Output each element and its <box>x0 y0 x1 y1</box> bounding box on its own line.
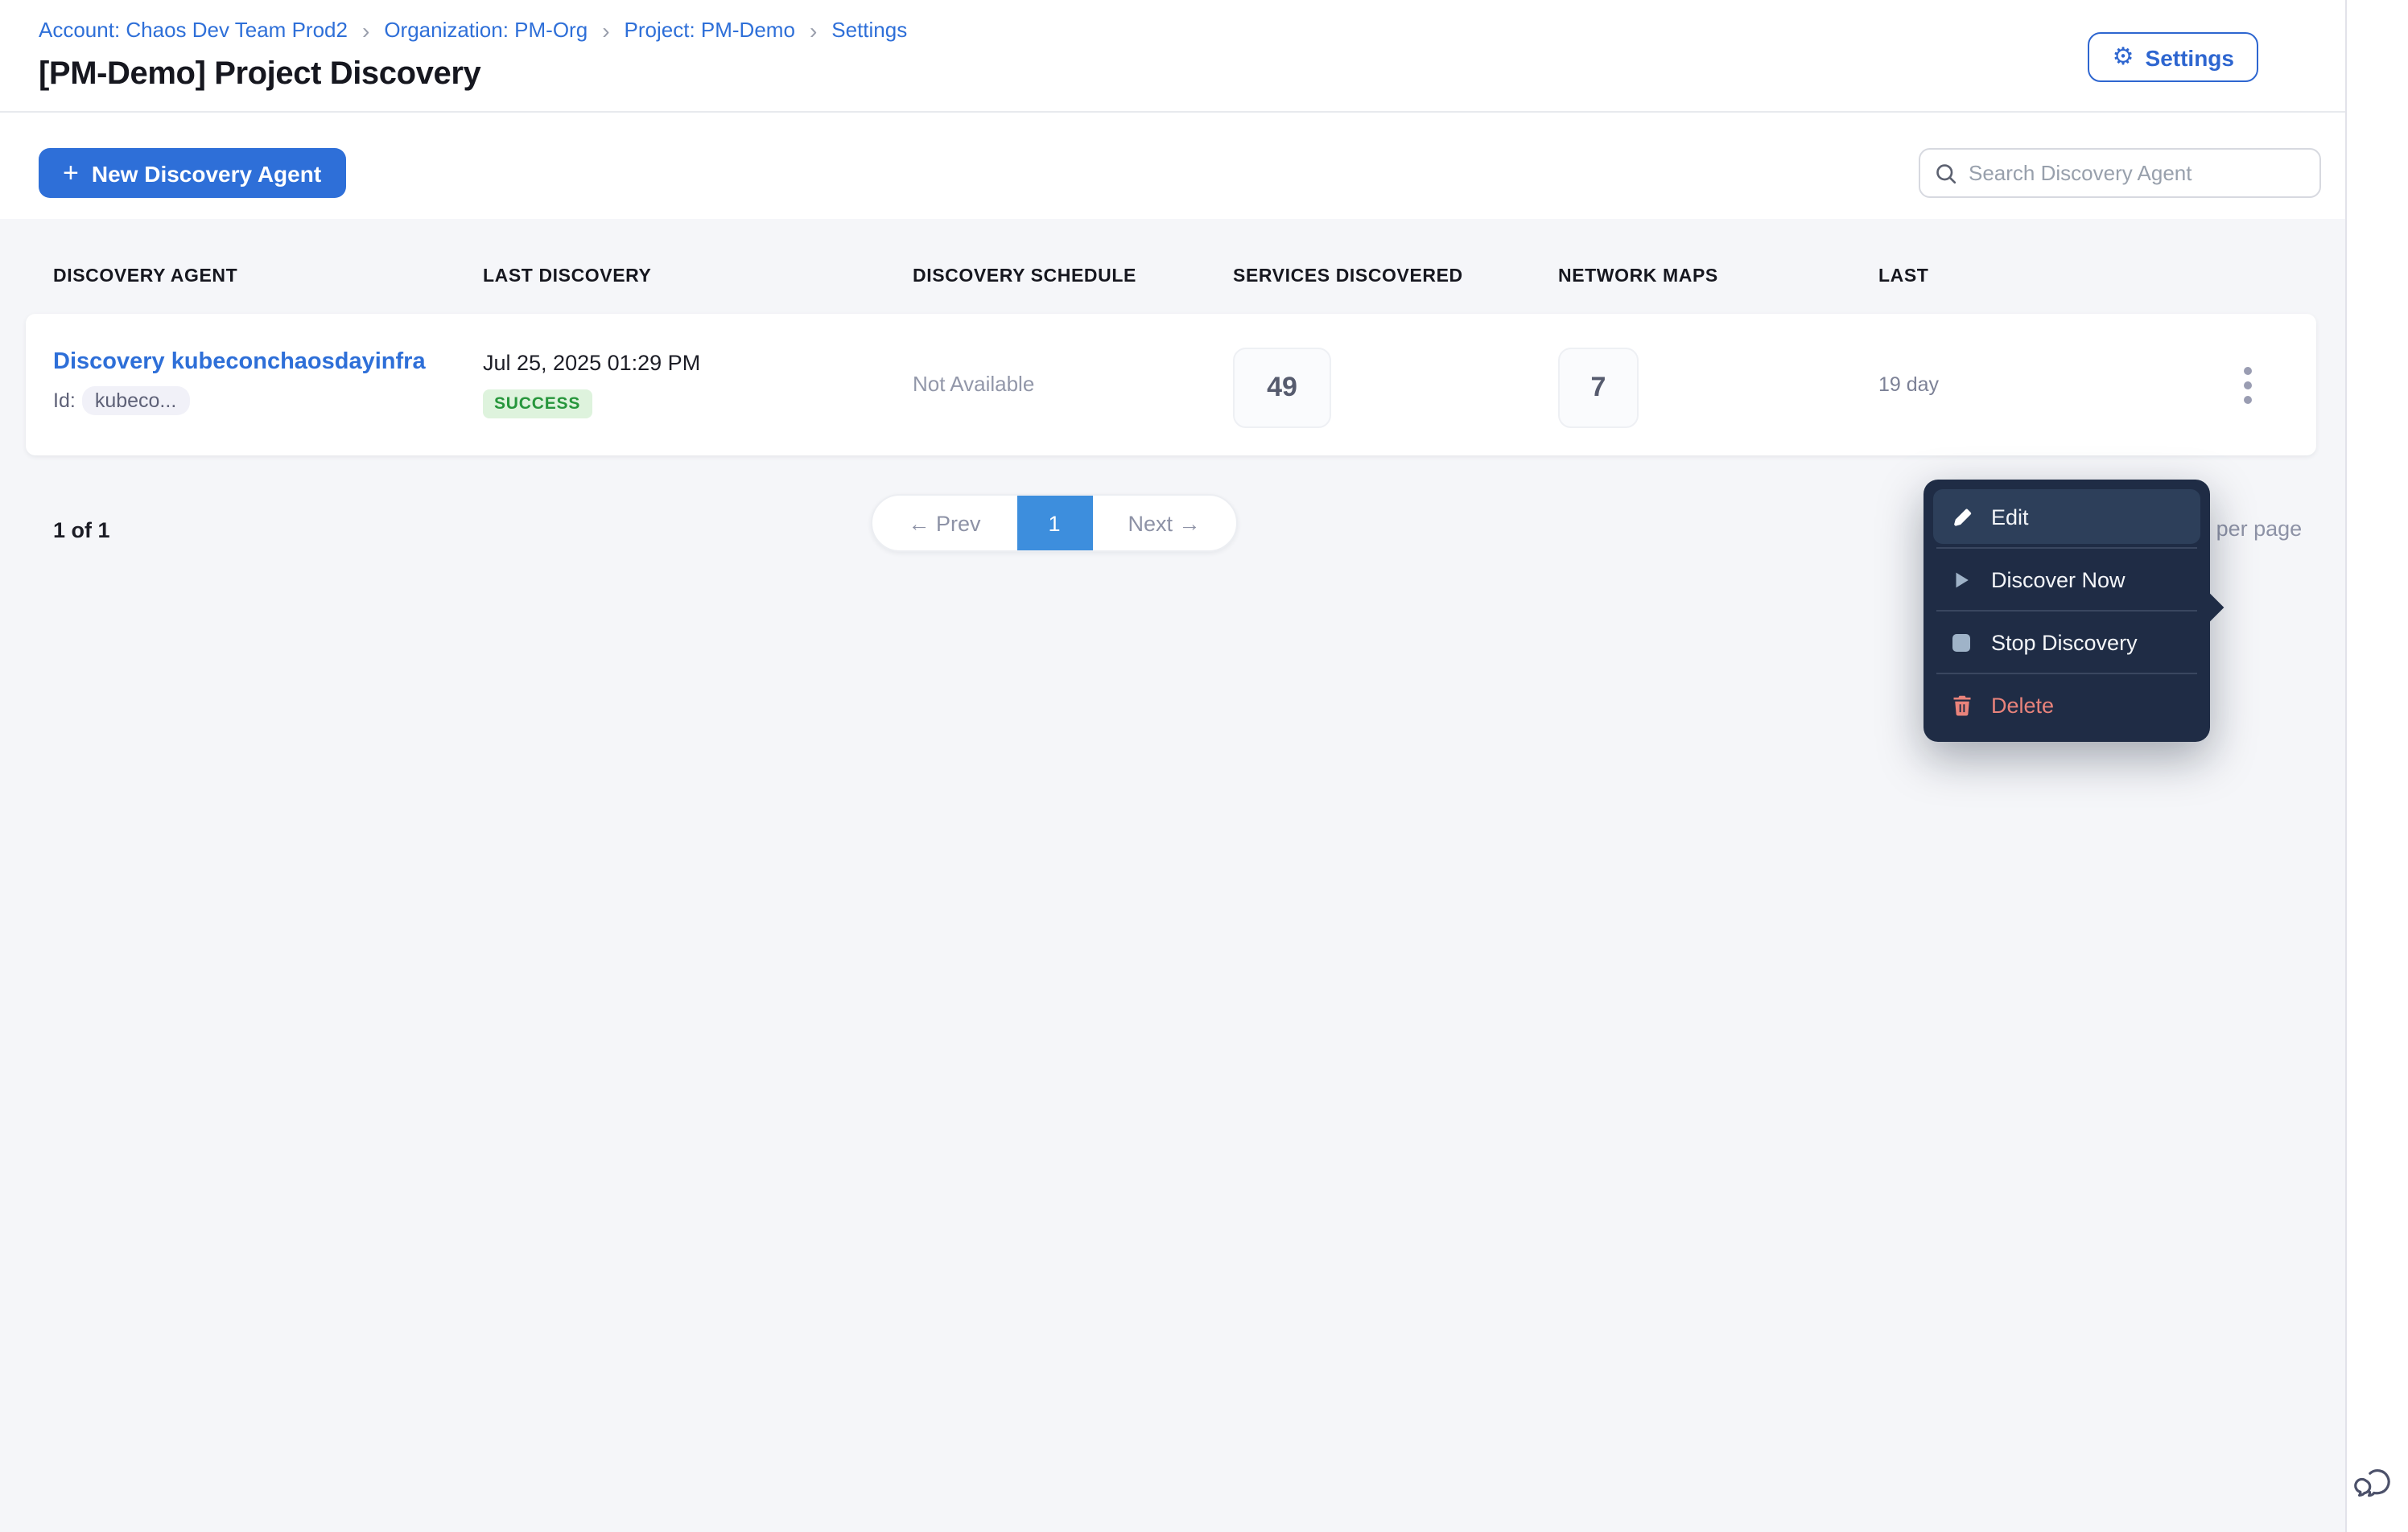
chat-support-button[interactable] <box>2352 1463 2397 1508</box>
menu-item-delete-label: Delete <box>1991 693 2055 717</box>
menu-item-edit[interactable]: Edit <box>1933 489 2200 544</box>
per-page-label: per page <box>2216 516 2303 540</box>
kebab-dot <box>2243 366 2251 374</box>
search-box <box>1919 148 2321 198</box>
settings-button[interactable]: Settings <box>2088 32 2258 82</box>
breadcrumb-settings-link[interactable]: Settings <box>831 18 907 42</box>
new-discovery-agent-button[interactable]: + New Discovery Agent <box>39 148 346 198</box>
page-title: [PM-Demo] Project Discovery <box>39 56 481 92</box>
menu-item-stop-discovery-label: Stop Discovery <box>1991 630 2138 654</box>
toolbar: + New Discovery Agent <box>0 114 2345 219</box>
plus-icon: + <box>63 157 79 187</box>
breadcrumb-project-link[interactable]: Project: PM-Demo <box>625 18 795 42</box>
app-viewport: Account: Chaos Dev Team Prod2 › Organiza… <box>0 0 2408 1532</box>
agent-id-label: Id: <box>53 389 76 412</box>
chevron-right-icon: › <box>361 18 370 43</box>
menu-item-stop-discovery[interactable]: Stop Discovery <box>1933 615 2200 669</box>
column-header-network-maps: NETWORK MAPS <box>1558 267 1718 286</box>
kebab-dot <box>2243 381 2251 389</box>
column-header-last: LAST <box>1878 267 1929 286</box>
breadcrumb-account-link[interactable]: Account: Chaos Dev Team Prod2 <box>39 18 348 42</box>
row-actions-kebab-button[interactable] <box>2221 359 2273 410</box>
status-badge: SUCCESS <box>483 389 592 418</box>
search-input[interactable] <box>1969 161 2305 185</box>
services-discovered-count[interactable]: 49 <box>1233 348 1331 428</box>
content-area: DISCOVERY AGENT LAST DISCOVERY DISCOVERY… <box>0 219 2345 1532</box>
gear-icon <box>2113 45 2134 69</box>
menu-divider <box>1936 547 2197 549</box>
column-header-discovery-schedule: DISCOVERY SCHEDULE <box>913 267 1136 286</box>
right-panel-gutter <box>2345 0 2408 1532</box>
pagination-control: ← Prev 1 Next → <box>871 494 1238 552</box>
new-discovery-agent-label: New Discovery Agent <box>91 160 322 186</box>
agent-name-link[interactable]: Discovery kubeconchaosdayinfra <box>53 349 426 375</box>
column-header-last-discovery: LAST DISCOVERY <box>483 267 652 286</box>
menu-item-edit-label: Edit <box>1991 504 2029 529</box>
table-row: Discovery kubeconchaosdayinfra Id: kubec… <box>26 314 2316 455</box>
menu-divider <box>1936 673 2197 674</box>
menu-divider <box>1936 610 2197 612</box>
stop-icon <box>1949 630 1973 654</box>
column-header-discovery-agent: DISCOVERY AGENT <box>53 267 238 286</box>
table-header-row: DISCOVERY AGENT LAST DISCOVERY DISCOVERY… <box>0 267 2345 293</box>
row-actions-menu: Edit Discover Now Stop Discovery Delete <box>1924 480 2225 742</box>
pagination-summary: 1 of 1 <box>53 518 110 542</box>
discovery-schedule-value: Not Available <box>913 372 1035 396</box>
pencil-icon <box>1949 504 1973 529</box>
chevron-right-icon: › <box>602 18 610 43</box>
menu-item-discover-now[interactable]: Discover Now <box>1933 552 2200 607</box>
network-maps-count[interactable]: 7 <box>1558 348 1639 428</box>
settings-button-label: Settings <box>2145 44 2234 70</box>
search-icon <box>1936 163 1956 183</box>
agent-id: Id: kubeco... <box>53 386 190 415</box>
page-header: Account: Chaos Dev Team Prod2 › Organiza… <box>0 0 2345 113</box>
chevron-right-icon: › <box>809 18 818 43</box>
next-page-button[interactable]: Next → <box>1092 496 1236 550</box>
prev-page-button[interactable]: ← Prev <box>872 496 1016 550</box>
menu-item-delete[interactable]: Delete <box>1933 677 2200 732</box>
last-discovery-timestamp: Jul 25, 2025 01:29 PM <box>483 351 701 375</box>
chat-bubbles-icon <box>2354 1469 2390 1497</box>
trash-icon <box>1949 693 1973 717</box>
kebab-dot <box>2243 395 2251 403</box>
menu-item-discover-now-label: Discover Now <box>1991 567 2126 591</box>
last-updated-value: 19 day <box>1878 373 1940 396</box>
agent-id-value-pill: kubeco... <box>81 386 190 415</box>
current-page-button[interactable]: 1 <box>1016 496 1092 550</box>
play-icon <box>1949 567 1973 591</box>
breadcrumb-organization-link[interactable]: Organization: PM-Org <box>384 18 588 42</box>
breadcrumb: Account: Chaos Dev Team Prod2 › Organiza… <box>39 18 907 42</box>
column-header-services-discovered: SERVICES DISCOVERED <box>1233 267 1463 286</box>
